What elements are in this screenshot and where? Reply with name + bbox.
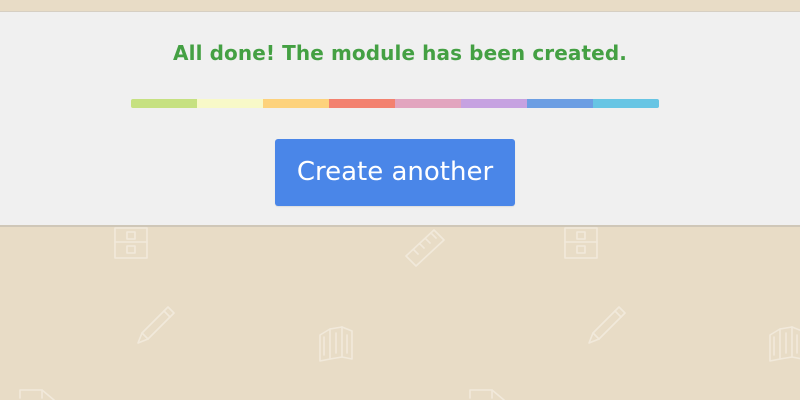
paper-icon (18, 386, 58, 400)
progress-bar (131, 99, 659, 108)
pencil-icon (132, 303, 178, 349)
bookshelf-icon (113, 226, 149, 260)
progress-segment (395, 99, 461, 108)
progress-segment (329, 99, 395, 108)
books-icon (316, 323, 356, 363)
progress-segment (593, 99, 659, 108)
success-message: All done! The module has been created. (173, 41, 627, 65)
progress-segment (197, 99, 263, 108)
progress-segment (461, 99, 527, 108)
create-another-button[interactable]: Create another (275, 139, 515, 206)
pencil-icon (583, 303, 629, 349)
progress-segment (527, 99, 593, 108)
bookshelf-icon (563, 226, 599, 260)
books-icon (766, 323, 800, 363)
paper-icon (468, 386, 508, 400)
progress-segment (131, 99, 197, 108)
ruler-icon (402, 226, 450, 268)
progress-segment (263, 99, 329, 108)
completion-panel: All done! The module has been created. C… (0, 11, 800, 227)
page: All done! The module has been created. C… (0, 0, 800, 400)
